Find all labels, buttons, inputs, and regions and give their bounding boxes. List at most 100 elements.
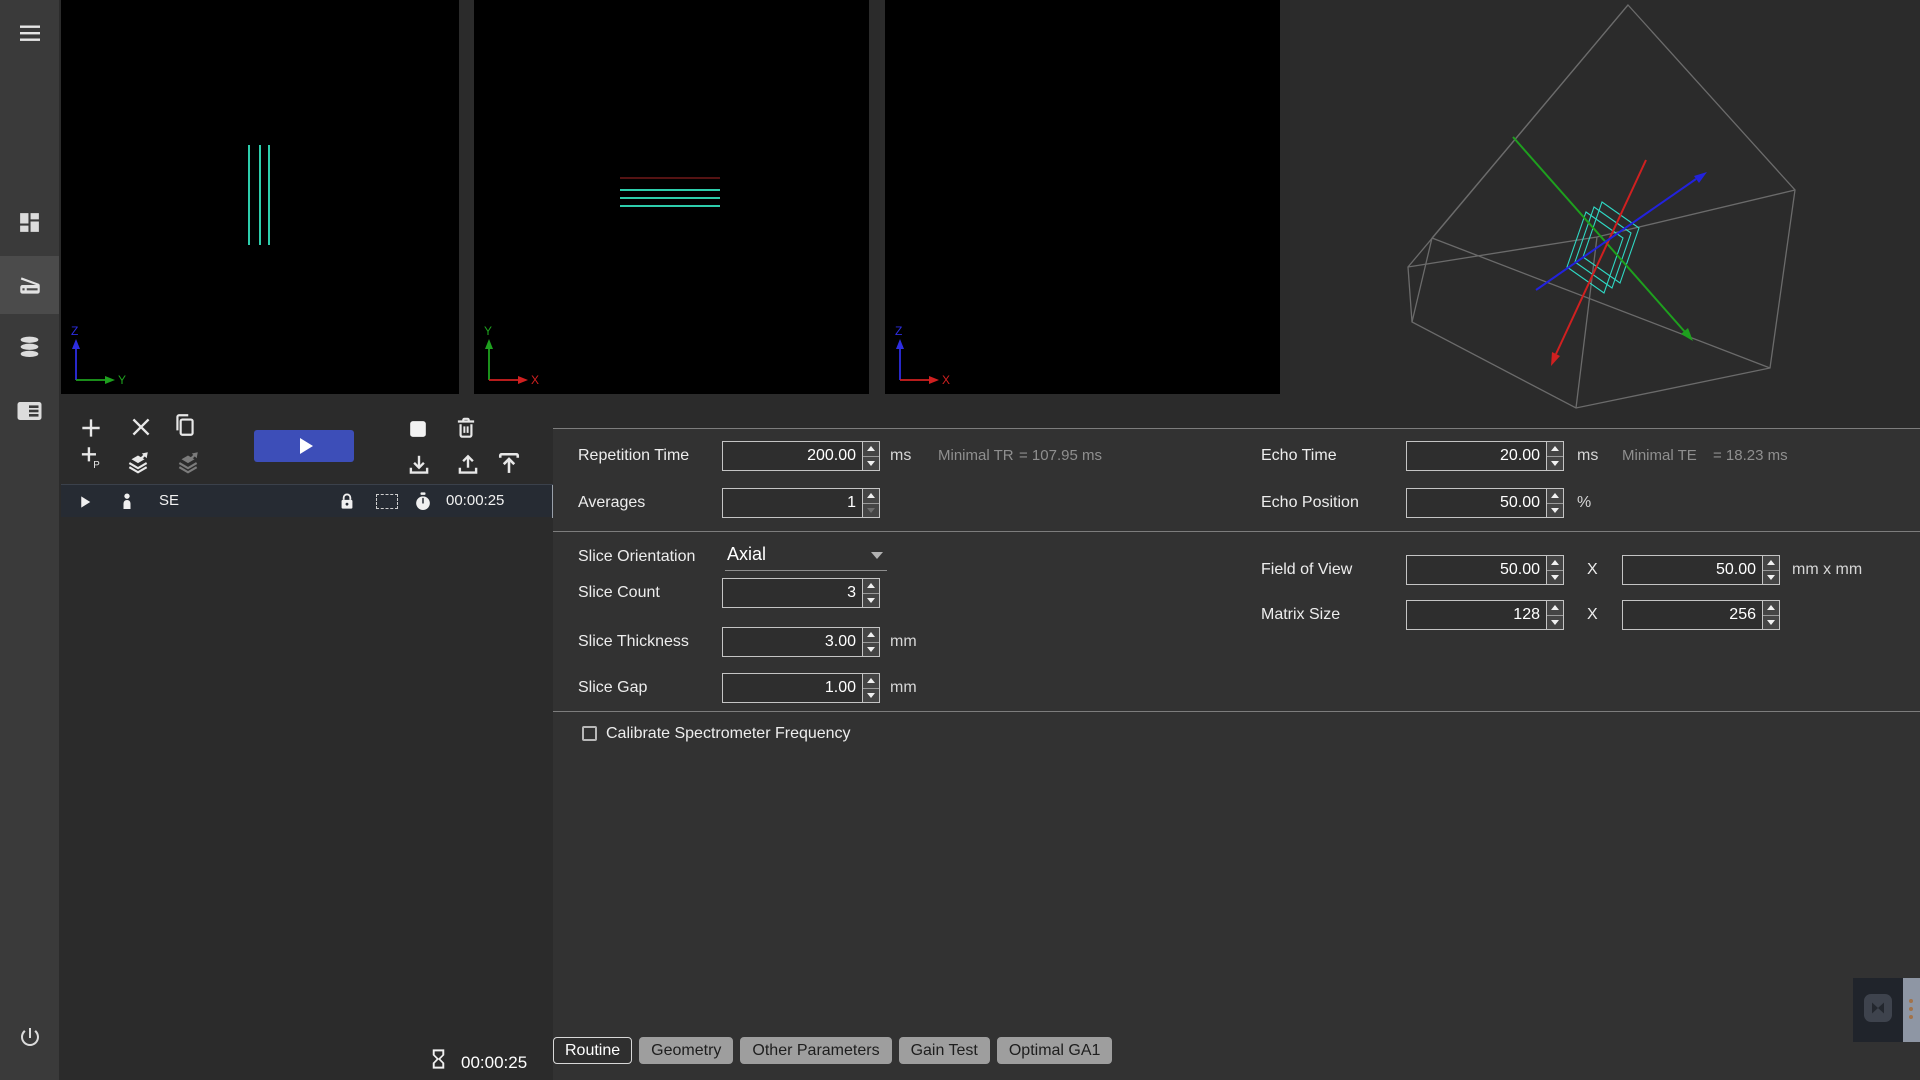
fov-separator: X: [1587, 555, 1598, 585]
spin-up[interactable]: [863, 579, 879, 594]
add-icon: [78, 415, 104, 441]
fov-y-input[interactable]: [1622, 555, 1763, 585]
spin-down[interactable]: [863, 594, 879, 608]
upload-top-button[interactable]: [495, 449, 523, 477]
spin-up[interactable]: [863, 442, 879, 457]
slice-gap-stepper: [863, 673, 880, 703]
spin-up[interactable]: [1547, 442, 1563, 457]
download-button[interactable]: [406, 452, 432, 478]
slice-thickness-unit: mm: [890, 627, 917, 657]
sidebar-item-scanner[interactable]: [0, 256, 59, 314]
add-button[interactable]: [78, 415, 104, 441]
slice-orientation-value: Axial: [727, 540, 766, 568]
stop-icon: [406, 417, 430, 441]
axis-gizmo: Y X: [480, 320, 550, 390]
axis-gizmo: Z Y: [67, 320, 137, 390]
spin-down[interactable]: [1547, 616, 1563, 630]
chat-widget[interactable]: [1853, 978, 1903, 1042]
axis-label-vertical: Z: [71, 324, 78, 338]
spin-up[interactable]: [863, 628, 879, 643]
spin-up[interactable]: [1547, 556, 1563, 571]
run-button[interactable]: [254, 430, 354, 462]
play-icon[interactable]: [76, 493, 94, 511]
echo-position-field: [1406, 488, 1564, 518]
stop-button[interactable]: [406, 417, 430, 441]
lock-icon[interactable]: [337, 491, 357, 512]
spin-down[interactable]: [863, 643, 879, 657]
menu-button[interactable]: [0, 4, 59, 62]
axis-y-green: [1513, 137, 1693, 341]
chat-widget-icon: [1864, 994, 1892, 1022]
echo-position-input[interactable]: [1406, 488, 1547, 518]
remove-button[interactable]: [128, 414, 154, 440]
spin-up[interactable]: [1547, 489, 1563, 504]
spin-down[interactable]: [863, 504, 879, 518]
spin-up[interactable]: [863, 489, 879, 504]
spin-up[interactable]: [1547, 601, 1563, 616]
add-sub-button[interactable]: P: [78, 444, 102, 470]
echo-time-stepper: [1547, 441, 1564, 471]
fov-x-stepper: [1547, 555, 1564, 585]
matrix-x-field: [1406, 600, 1564, 630]
repetition-time-input[interactable]: [722, 441, 863, 471]
tab-gain-test[interactable]: Gain Test: [899, 1037, 990, 1064]
upload-icon: [455, 452, 481, 478]
spin-down[interactable]: [1763, 616, 1779, 630]
spin-up[interactable]: [863, 674, 879, 689]
wireframe-cube: [1408, 5, 1795, 408]
export-layers-button[interactable]: [124, 449, 152, 475]
matrix-y-input[interactable]: [1622, 600, 1763, 630]
tab-geometry[interactable]: Geometry: [639, 1037, 733, 1064]
slice-gap-input[interactable]: [722, 673, 863, 703]
sidebar-item-dashboard[interactable]: [0, 193, 59, 251]
viewport-zx[interactable]: Z X: [885, 0, 1280, 394]
spin-down[interactable]: [1547, 504, 1563, 518]
slice-orientation-select[interactable]: Axial: [725, 540, 887, 571]
elapsed-time: 00:00:25: [461, 1048, 527, 1078]
slice-gap-field: [722, 673, 880, 703]
matrix-x-input[interactable]: [1406, 600, 1547, 630]
add-sub-icon: P: [78, 444, 102, 470]
spin-down[interactable]: [863, 689, 879, 703]
tab-routine[interactable]: Routine: [553, 1037, 632, 1064]
sidebar-item-news[interactable]: [0, 382, 59, 440]
sidebar-item-database[interactable]: [0, 318, 59, 376]
power-button[interactable]: [0, 1008, 59, 1066]
repetition-time-stepper: [863, 441, 880, 471]
slice-thickness-input[interactable]: [722, 627, 863, 657]
3d-geometry-view[interactable]: [1280, 0, 1920, 430]
echo-time-unit: ms: [1577, 441, 1598, 471]
spin-down[interactable]: [1547, 457, 1563, 471]
minimal-tr-hint-value: = 107.95 ms: [1019, 441, 1102, 471]
calibrate-checkbox[interactable]: [582, 726, 597, 741]
export-layers-icon: [124, 449, 152, 475]
spin-up[interactable]: [1763, 601, 1779, 616]
slice-count-input[interactable]: [722, 578, 863, 608]
averages-label: Averages: [578, 488, 645, 518]
spin-down[interactable]: [1763, 571, 1779, 585]
viewport-zy[interactable]: Z Y: [61, 0, 459, 394]
spin-down[interactable]: [863, 457, 879, 471]
fov-x-input[interactable]: [1406, 555, 1547, 585]
averages-input[interactable]: [722, 488, 863, 518]
export-layers-disabled-button[interactable]: [174, 449, 202, 475]
spin-down[interactable]: [1547, 571, 1563, 585]
viewport-yx[interactable]: Y X: [474, 0, 869, 394]
echo-position-label: Echo Position: [1261, 488, 1359, 518]
person-icon: [117, 491, 137, 512]
chat-widget-handle[interactable]: [1903, 978, 1920, 1042]
sequence-list-item[interactable]: SE 00:00:25: [61, 484, 561, 517]
upload-button[interactable]: [455, 452, 481, 478]
duplicate-button[interactable]: [172, 412, 198, 438]
export-layers-disabled-icon: [174, 449, 202, 475]
spin-up[interactable]: [1763, 556, 1779, 571]
echo-time-input[interactable]: [1406, 441, 1547, 471]
tab-optimal-ga1[interactable]: Optimal GA1: [997, 1037, 1113, 1064]
slice-stack-3d: [1567, 202, 1639, 293]
trash-button[interactable]: [453, 415, 479, 441]
selection-box-icon[interactable]: [376, 494, 398, 509]
tab-other-parameters[interactable]: Other Parameters: [740, 1037, 891, 1064]
slice-line: [620, 189, 720, 191]
slice-orientation-label: Slice Orientation: [578, 542, 695, 572]
averages-field: [722, 488, 880, 518]
